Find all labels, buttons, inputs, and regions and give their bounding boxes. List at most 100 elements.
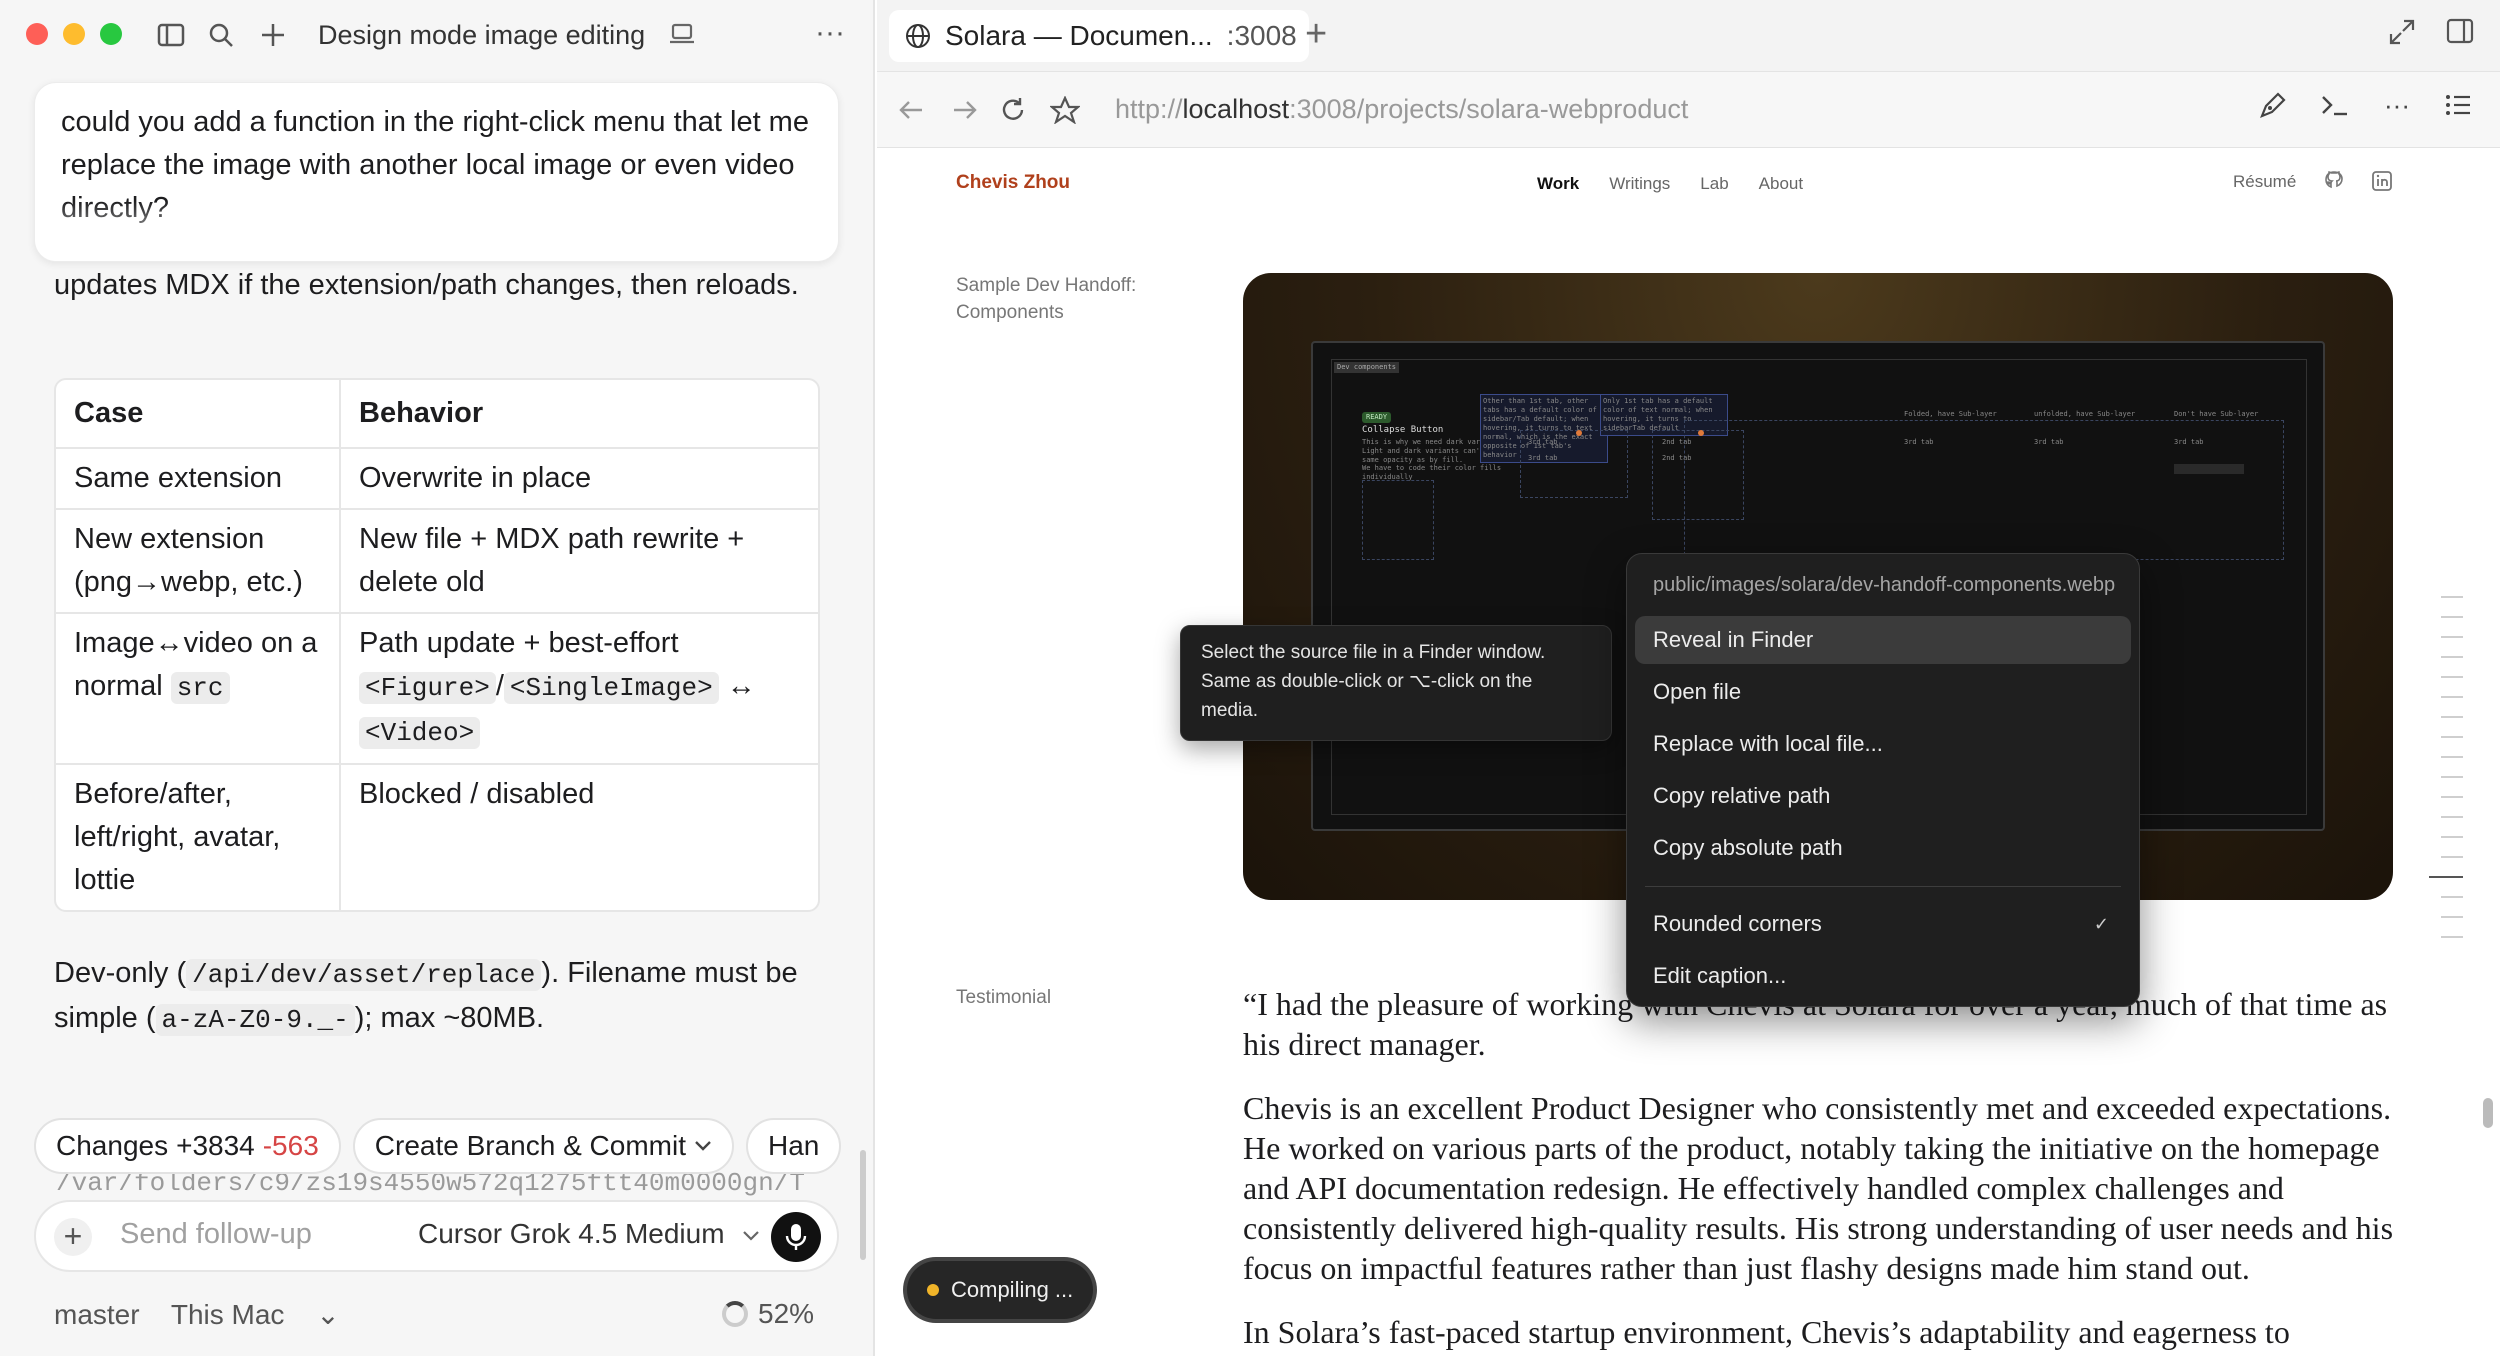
close-window-button[interactable] (26, 23, 48, 45)
table-header-row: Case Behavior (56, 380, 818, 449)
sidebar-right-icon[interactable] (2446, 18, 2474, 46)
image-hover-bar (2174, 464, 2244, 474)
reload-icon[interactable] (995, 92, 1031, 128)
chat-panel: Design mode image editing ··· could you … (0, 0, 875, 1356)
copy-relative-path-item[interactable]: Copy relative path (1635, 772, 2131, 820)
outro-text: ); max ~80MB. (354, 1002, 545, 1034)
changes-chip[interactable]: Changes +3834 -563 (34, 1118, 341, 1174)
rounded-corners-item[interactable]: Rounded corners ✓ (1635, 900, 2131, 948)
status-dot (927, 1284, 939, 1296)
chat-scrollbar[interactable] (860, 1150, 866, 1260)
image-tab-label: 3rd tab (2034, 438, 2064, 446)
minimize-window-button[interactable] (63, 23, 85, 45)
edit-caption-item[interactable]: Edit caption... (1635, 952, 2131, 1000)
microphone-icon[interactable] (771, 1212, 821, 1262)
inline-code: <Figure> (359, 672, 496, 704)
toc-tick[interactable] (2441, 896, 2463, 898)
handoff-chip[interactable]: Han (746, 1118, 842, 1174)
page-scrollbar[interactable] (2483, 1098, 2493, 1128)
toc-tick[interactable] (2441, 936, 2463, 938)
nav-writings[interactable]: Writings (1609, 174, 1670, 194)
forward-icon[interactable] (947, 92, 983, 128)
context-percent: 52% (758, 1298, 815, 1329)
linkedin-icon[interactable] (2371, 170, 2393, 192)
url-rest: :3008/projects/solara-webproduct (1289, 94, 1689, 124)
toc-tick[interactable] (2441, 756, 2463, 758)
toc-tick[interactable] (2441, 796, 2463, 798)
search-icon[interactable] (204, 18, 238, 52)
terminal-icon[interactable] (2320, 92, 2350, 120)
more-icon[interactable]: ··· (2384, 92, 2410, 120)
table-cell: Before/after, left/right, avatar, lottie (56, 765, 341, 910)
model-selector[interactable]: Cursor Grok 4.5 Medium (418, 1218, 760, 1250)
toc-tick-active[interactable] (2429, 876, 2463, 878)
sidebar-toggle-icon[interactable] (154, 18, 188, 52)
rounded-corners-label: Rounded corners (1653, 911, 1822, 936)
table-cell: Path update + best-effort <Figure> / <Sing… (341, 614, 818, 765)
quote-paragraph: Chevis is an excellent Product Designer … (1243, 1090, 2394, 1286)
toc-tick[interactable] (2441, 836, 2463, 838)
image-ready-badge: READY (1362, 412, 1392, 423)
inline-code: <SingleImage> (503, 672, 719, 704)
more-options-icon[interactable]: ··· (815, 18, 845, 48)
follow-up-input[interactable]: Send follow-up (120, 1218, 312, 1251)
toc-tick[interactable] (2441, 696, 2463, 698)
open-file-item[interactable]: Open file (1635, 668, 2131, 716)
image-tab-label: 3rd tab (1528, 438, 1558, 446)
browser-tab[interactable]: Solara — Documen... :3008 (889, 10, 1309, 62)
machine-selector[interactable]: This Mac ⌄ (171, 1299, 364, 1330)
toc-tick[interactable] (2441, 856, 2463, 858)
back-icon[interactable] (893, 92, 929, 128)
nav-work[interactable]: Work (1537, 174, 1579, 194)
url-field[interactable]: http://localhost:3008/projects/solara-we… (1115, 94, 1688, 125)
branch-name[interactable]: master (54, 1299, 140, 1330)
table-row: New extension (png→webp, etc.) New file … (56, 510, 818, 614)
context-menu: public/images/solara/dev-handoff-compone… (1626, 553, 2140, 1007)
new-tab-icon[interactable]: + (1305, 14, 1327, 54)
resume-link[interactable]: Résumé (2233, 172, 2296, 192)
url-prefix: http:// (1115, 94, 1183, 124)
table-cell: New extension (png→webp, etc.) (56, 510, 341, 614)
list-icon[interactable] (2444, 92, 2472, 120)
table-cell: Same extension (56, 449, 341, 510)
expand-icon[interactable] (2388, 18, 2416, 46)
replace-with-local-file-item[interactable]: Replace with local file... (1635, 720, 2131, 768)
github-icon[interactable] (2323, 170, 2345, 192)
handoff-label: Han (768, 1130, 820, 1161)
create-branch-commit-button[interactable]: Create Branch & Commit (352, 1118, 734, 1174)
reveal-tooltip: Select the source file in a Finder windo… (1180, 625, 1612, 741)
address-bar: http://localhost:3008/projects/solara-we… (877, 72, 2500, 148)
toc-tick[interactable] (2441, 776, 2463, 778)
toc-tick[interactable] (2441, 736, 2463, 738)
toc-tick[interactable] (2441, 676, 2463, 678)
table-row: Image↔video on a normal src Path update … (56, 614, 818, 765)
table-cell: Blocked / disabled (359, 778, 595, 810)
toc-tick[interactable] (2441, 616, 2463, 618)
bookmark-star-icon[interactable] (1047, 92, 1083, 128)
new-chat-icon[interactable] (256, 18, 290, 52)
site-nav: Work Writings Lab About (1537, 174, 1803, 194)
toc-tick[interactable] (2441, 816, 2463, 818)
reveal-in-finder-item[interactable]: Reveal in Finder (1635, 616, 2131, 664)
copy-absolute-path-item[interactable]: Copy absolute path (1635, 824, 2131, 872)
nav-lab[interactable]: Lab (1700, 174, 1728, 194)
design-mode-icon[interactable] (2258, 92, 2286, 120)
zoom-window-button[interactable] (100, 23, 122, 45)
window-controls (26, 23, 122, 45)
image-col: Folded, have Sub-layer (1904, 410, 1997, 418)
toc-tick[interactable] (2441, 656, 2463, 658)
toc-tick[interactable] (2441, 596, 2463, 598)
menu-divider (1645, 886, 2121, 887)
answer-outro: Dev-only (/api/dev/asset/replace). Filen… (54, 952, 824, 1042)
attach-plus-icon[interactable]: + (54, 1218, 92, 1256)
toc-tick[interactable] (2441, 916, 2463, 918)
nav-about[interactable]: About (1759, 174, 1803, 194)
site-brand[interactable]: Chevis Zhou (956, 172, 1070, 194)
image-tab-label: 2nd tab (1662, 438, 1692, 446)
deletions-count: -563 (262, 1130, 319, 1161)
toc-tick[interactable] (2441, 716, 2463, 718)
chevron-down-icon: ⌄ (316, 1299, 340, 1330)
toc-tick[interactable] (2441, 636, 2463, 638)
additions-count: +3834 (176, 1130, 255, 1161)
image-collapse-title: Collapse Button (1362, 425, 1444, 435)
